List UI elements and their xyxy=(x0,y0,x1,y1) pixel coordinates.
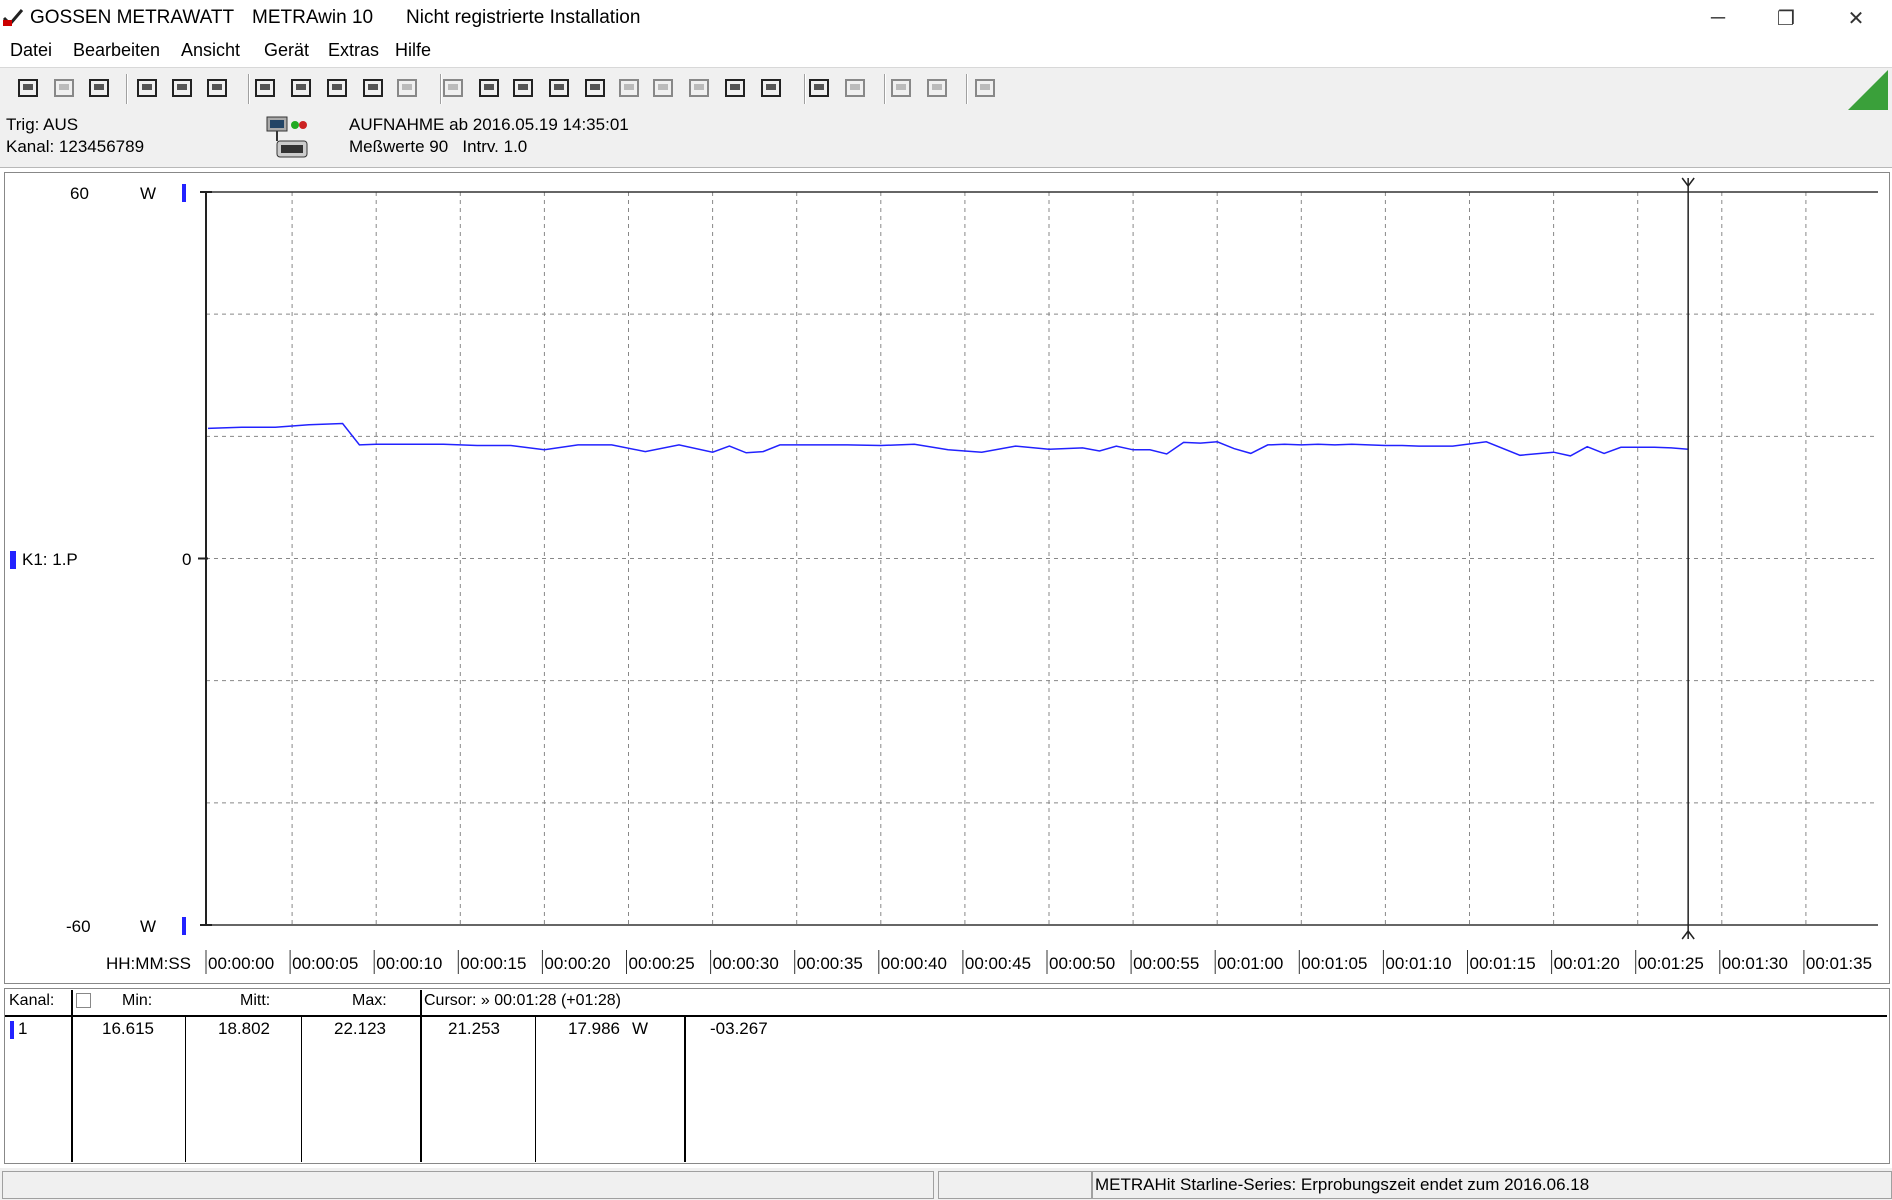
cell-unit: W xyxy=(632,1019,649,1038)
cell-kanal[interactable]: 1 xyxy=(18,1019,27,1039)
x-tick-label: 00:00:35 xyxy=(796,954,863,973)
x-tick-label: 00:00:50 xyxy=(1049,954,1116,973)
show-all-checkbox[interactable] xyxy=(76,993,91,1008)
x-tick-label: 00:01:10 xyxy=(1385,954,1452,973)
y-min-channel-marker xyxy=(182,917,186,935)
cell-difference: -03.267 xyxy=(710,1019,768,1038)
x-tick-label: 00:01:15 xyxy=(1469,954,1536,973)
cell-cursor-value-2: 17.986 xyxy=(568,1019,620,1038)
cell-max: 22.123 xyxy=(334,1019,386,1038)
x-tick-label: 00:01:30 xyxy=(1721,954,1788,973)
header-kanal: Kanal: xyxy=(9,992,55,1009)
series-line xyxy=(207,422,1689,457)
cell-min: 16.615 xyxy=(102,1019,154,1038)
x-tick-label: 00:00:55 xyxy=(1133,954,1200,973)
x-tick-label: 00:00:40 xyxy=(880,954,947,973)
header-min: Min: xyxy=(122,992,153,1009)
table-column-divider xyxy=(185,1016,186,1162)
status-panel-2 xyxy=(938,1171,1092,1199)
status-panel-1 xyxy=(2,1171,934,1199)
cell-mitt: 18.802 xyxy=(218,1019,270,1038)
channel-color-marker xyxy=(10,551,16,569)
header-cursor: Cursor: » 00:01:28 (+01:28) xyxy=(424,992,622,1009)
x-axis-label: HH:MM:SS xyxy=(106,954,191,973)
y-zero-label: 0 xyxy=(182,550,192,569)
status-message: METRAHit Starline-Series: Erprobungszeit… xyxy=(1095,1175,1590,1194)
header-max: Max: xyxy=(352,992,387,1009)
chart[interactable] xyxy=(0,0,1892,990)
status-panel-3: METRAHit Starline-Series: Erprobungszeit… xyxy=(1092,1171,1892,1199)
table-column-divider xyxy=(420,990,422,1162)
table-column-divider xyxy=(684,1016,686,1162)
x-tick-label: 00:00:05 xyxy=(292,954,359,973)
x-tick-label: 00:01:35 xyxy=(1805,954,1873,973)
x-tick-label: 00:01:25 xyxy=(1637,954,1704,973)
y-min-unit: W xyxy=(140,917,157,936)
cell-cursor-value: 21.253 xyxy=(448,1019,500,1038)
x-tick-label: 00:01:00 xyxy=(1217,954,1284,973)
x-tick-label: 00:00:45 xyxy=(964,954,1032,973)
x-tick-label: 00:00:20 xyxy=(544,954,611,973)
x-tick-label: 00:00:15 xyxy=(460,954,527,973)
header-mitt: Mitt: xyxy=(240,992,271,1009)
x-tick-label: 00:00:30 xyxy=(712,954,779,973)
channel-label[interactable]: K1: 1.P xyxy=(22,550,78,570)
table-header-divider xyxy=(5,1015,1887,1017)
status-bar: METRAHit Starline-Series: Erprobungszeit… xyxy=(0,1168,1892,1200)
y-min-label: -60 xyxy=(66,917,91,936)
table-column-divider xyxy=(301,1016,302,1162)
y-max-unit: W xyxy=(140,184,157,203)
row-channel-color xyxy=(10,1021,14,1039)
x-tick-label: 00:00:00 xyxy=(208,954,275,973)
y-max-label: 60 xyxy=(70,184,89,203)
table-column-divider xyxy=(535,1016,536,1162)
x-tick-label: 00:01:20 xyxy=(1553,954,1620,973)
table-column-divider xyxy=(71,990,73,1162)
x-tick-label: 00:00:25 xyxy=(628,954,695,973)
x-tick-label: 00:00:10 xyxy=(376,954,443,973)
x-tick-label: 00:01:05 xyxy=(1301,954,1368,973)
y-max-channel-marker xyxy=(182,184,186,202)
